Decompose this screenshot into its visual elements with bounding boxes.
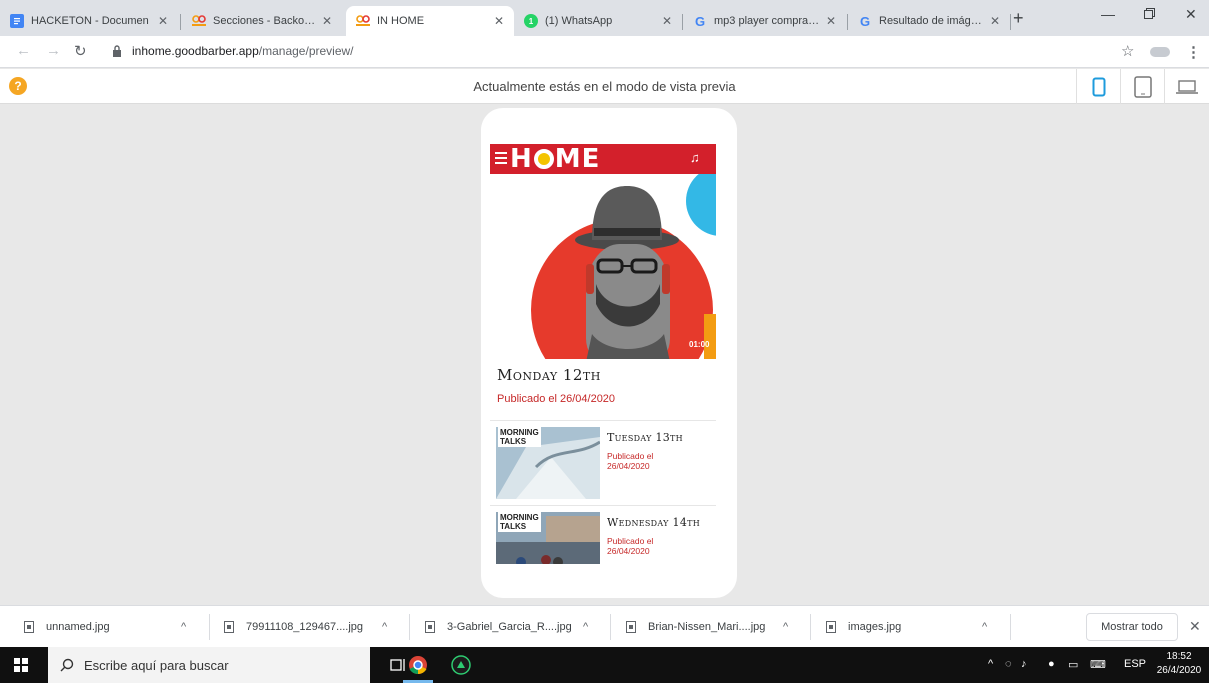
featured-title[interactable]: Monday 12th: [497, 366, 601, 384]
app-green-icon[interactable]: [451, 655, 471, 675]
chrome-icon[interactable]: [408, 655, 428, 675]
hamburger-menu-icon[interactable]: [495, 152, 507, 164]
laptop-icon[interactable]: [1164, 69, 1208, 104]
preview-bar: ? Actualmente estás en el modo de vista …: [0, 69, 1209, 104]
phone-preview-frame: H ME ♫ 01:00 Monday 12th Publicado el 26…: [481, 108, 737, 598]
url-path: /manage/preview/: [258, 44, 354, 58]
search-icon: [60, 658, 74, 672]
whatsapp-icon: 1: [524, 14, 538, 28]
show-all-downloads-button[interactable]: Mostrar todo: [1086, 613, 1178, 641]
list-item-title: Tuesday 13th: [607, 431, 683, 444]
featured-date: Publicado el 26/04/2020: [497, 393, 616, 405]
google-icon: G: [859, 13, 871, 29]
file-icon: [626, 621, 636, 633]
preview-mode-message: Actualmente estás en el modo de vista pr…: [473, 79, 736, 94]
list-item-date: Publicado el 26/04/2020: [607, 451, 654, 471]
browser-toolbar: ← → ↻ inhome.goodbarber.app/manage/previ…: [0, 36, 1209, 68]
wifi-icon[interactable]: ◌: [1005, 658, 1012, 670]
lock-icon: [112, 45, 122, 57]
language-indicator[interactable]: ESP: [1124, 658, 1146, 670]
chevron-up-icon[interactable]: ^: [583, 621, 588, 633]
phone-icon[interactable]: [1076, 69, 1120, 104]
windows-taskbar: Escribe aquí para buscar ^ ◌ ♪ ● ▭ ⌨ ESP…: [0, 647, 1209, 683]
chevron-up-icon[interactable]: ^: [982, 621, 987, 633]
tab-whatsapp[interactable]: 1 (1) WhatsApp ✕: [514, 6, 682, 36]
browser-tab-strip: HACKETON - Documen ✕ Secciones - Backoff…: [0, 0, 1209, 36]
file-icon: [224, 621, 234, 633]
close-tab-icon[interactable]: ✕: [158, 14, 168, 28]
file-icon: [24, 621, 34, 633]
profile-avatar-icon[interactable]: [1150, 47, 1170, 57]
chevron-up-icon[interactable]: ^: [783, 621, 788, 633]
close-tab-icon[interactable]: ✕: [826, 14, 836, 28]
person-illustration: [586, 244, 670, 359]
chevron-up-icon[interactable]: ^: [382, 621, 387, 633]
featured-image[interactable]: 01:00: [490, 174, 716, 359]
tray-chevron-icon[interactable]: ^: [988, 658, 993, 670]
back-icon[interactable]: ←: [16, 42, 31, 59]
media-duration: 01:00: [689, 340, 710, 349]
list-item-thumbnail: MORNING TALKS: [496, 427, 600, 499]
goodbarber-icon: [192, 14, 206, 28]
volume-icon[interactable]: ♪: [1021, 658, 1027, 670]
app-header: H ME ♫: [490, 144, 716, 174]
download-item[interactable]: Brian-Nissen_Mari....jpg ^: [626, 606, 806, 648]
google-icon: G: [694, 13, 706, 29]
url-host: inhome.goodbarber.app: [132, 44, 259, 58]
download-item[interactable]: 3-Gabriel_Garcia_R....jpg ^: [425, 606, 605, 648]
tab-secciones[interactable]: Secciones - Backoffice ✕: [182, 6, 342, 36]
sync-warning-icon[interactable]: ●: [1048, 658, 1055, 670]
downloads-bar: unnamed.jpg ^ 79911108_129467....jpg ^ 3…: [0, 605, 1209, 647]
close-downloads-icon[interactable]: ✕: [1189, 618, 1201, 635]
tab-mp3-player[interactable]: G mp3 player comprar - E ✕: [683, 6, 846, 36]
docs-icon: [10, 14, 24, 28]
download-item[interactable]: unnamed.jpg ^: [24, 606, 204, 648]
bookmark-star-icon[interactable]: ☆: [1121, 42, 1134, 60]
file-icon: [425, 621, 435, 633]
download-item[interactable]: 79911108_129467....jpg ^: [224, 606, 404, 648]
tab-in-home[interactable]: IN HOME ✕: [346, 6, 514, 36]
tab-hacketon[interactable]: HACKETON - Documen ✕: [0, 6, 178, 36]
goodbarber-icon: [356, 14, 370, 28]
close-tab-icon[interactable]: ✕: [662, 14, 672, 28]
file-icon: [826, 621, 836, 633]
taskbar-search-box[interactable]: Escribe aquí para buscar: [48, 647, 370, 683]
music-note-icon[interactable]: ♫: [690, 150, 700, 165]
restore-icon[interactable]: [1144, 6, 1155, 22]
new-tab-icon[interactable]: +: [1013, 8, 1024, 29]
list-item-title: Wednesday 14th: [607, 516, 701, 529]
close-tab-icon[interactable]: ✕: [322, 14, 332, 28]
app-screen[interactable]: H ME ♫ 01:00 Monday 12th Publicado el 26…: [490, 144, 716, 564]
chevron-up-icon[interactable]: ^: [181, 621, 186, 633]
logo-o-icon: [533, 149, 554, 169]
minimize-icon[interactable]: —: [1101, 6, 1115, 22]
app-logo: H ME: [510, 144, 601, 174]
close-tab-icon[interactable]: ✕: [494, 14, 504, 28]
list-item-thumbnail: MORNING TALKS: [496, 512, 600, 564]
menu-kebab-icon[interactable]: ⋮: [1186, 43, 1201, 61]
task-view-icon[interactable]: [388, 655, 408, 675]
thumbnail-label: MORNING TALKS: [498, 427, 541, 447]
reload-icon[interactable]: ↻: [74, 42, 87, 60]
windows-start-icon[interactable]: [14, 658, 28, 672]
keyboard-icon[interactable]: ⌨: [1090, 658, 1106, 671]
list-item[interactable]: MORNING TALKS Tuesday 13th Publicado el 2…: [490, 421, 716, 505]
taskbar-clock[interactable]: 18:52 26/4/2020: [1152, 650, 1206, 678]
list-item-date: Publicado el 26/04/2020: [607, 536, 654, 556]
list-item[interactable]: MORNING TALKS Wednesday 14th Publicado el…: [490, 506, 716, 564]
close-tab-icon[interactable]: ✕: [990, 14, 1000, 28]
tablet-icon[interactable]: [1120, 69, 1164, 104]
tab-resultado-imagenes[interactable]: G Resultado de imágenes ✕: [848, 6, 1010, 36]
battery-icon[interactable]: ▭: [1068, 658, 1078, 671]
download-item[interactable]: images.jpg ^: [826, 606, 1006, 648]
address-bar[interactable]: inhome.goodbarber.app/manage/preview/: [112, 44, 354, 58]
close-window-icon[interactable]: ✕: [1185, 6, 1197, 23]
forward-icon[interactable]: →: [46, 42, 61, 59]
thumbnail-label: MORNING TALKS: [498, 512, 541, 532]
